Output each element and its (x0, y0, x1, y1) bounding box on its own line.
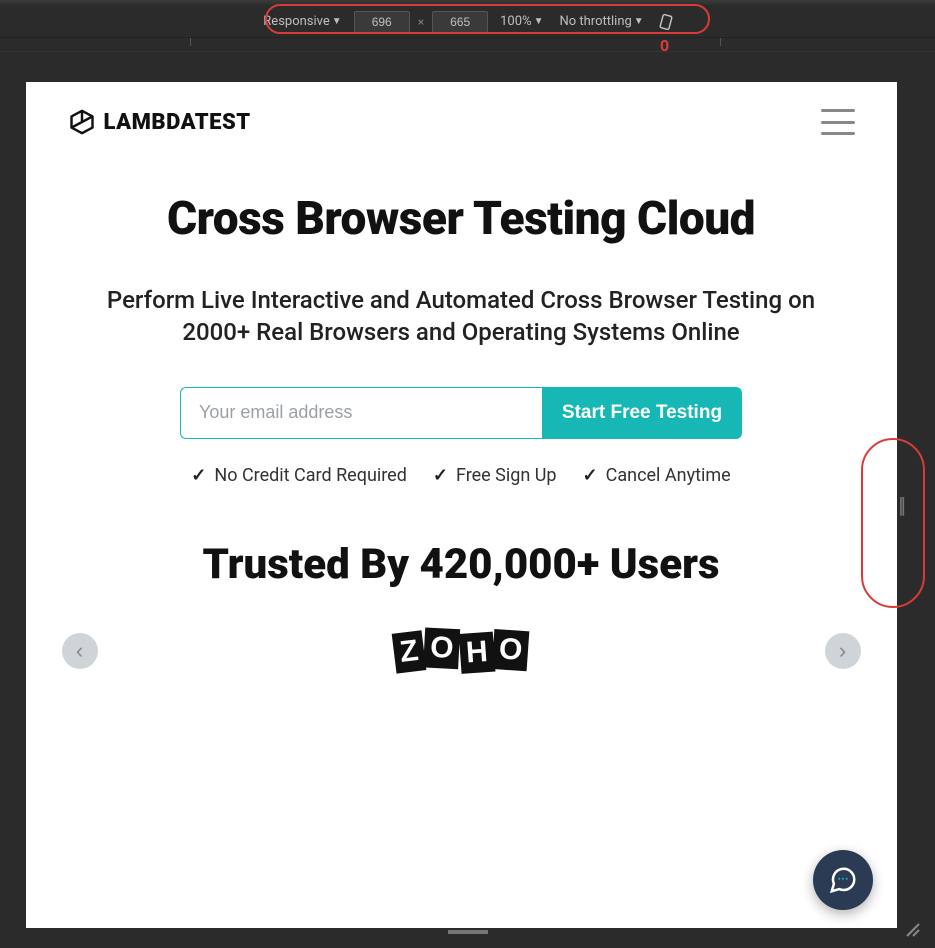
hero-subtitle: Perform Live Interactive and Automated C… (56, 284, 867, 349)
feature-item: ✓No Credit Card Required (191, 465, 407, 486)
cta-form: Start Free Testing (180, 387, 742, 439)
device-mode-label: Responsive (263, 14, 330, 29)
carousel-prev-button[interactable]: ‹ (62, 633, 98, 669)
lambdatest-logo-icon (68, 108, 96, 136)
viewport: LAMBDATEST Cross Browser Testing Cloud P… (26, 82, 897, 928)
check-icon: ✓ (433, 465, 448, 486)
dimension-separator: × (418, 15, 424, 29)
start-free-testing-button[interactable]: Start Free Testing (542, 387, 742, 439)
resize-handle-right[interactable]: || (898, 494, 903, 519)
logo-text: LAMBDATEST (104, 110, 251, 135)
rotate-button[interactable] (656, 12, 676, 32)
devtools-toolbar: Responsive ▼ × 100% ▼ No throttling ▼ (0, 6, 935, 38)
viewport-height-input[interactable] (432, 11, 488, 33)
hero-title: Cross Browser Testing Cloud (56, 192, 867, 246)
chevron-down-icon: ▼ (332, 16, 342, 27)
logo[interactable]: LAMBDATEST (68, 108, 251, 136)
device-mode-select[interactable]: Responsive ▼ (259, 12, 345, 31)
ruler (0, 38, 935, 52)
email-input[interactable] (180, 387, 542, 439)
trusted-title: Trusted By 420,000+ Users (26, 540, 897, 589)
chat-widget-button[interactable] (813, 850, 873, 910)
client-logo-zoho: ZOHO (393, 630, 528, 672)
zoom-label: 100% (500, 14, 531, 29)
hamburger-menu-button[interactable] (821, 109, 855, 135)
hero: Cross Browser Testing Cloud Perform Live… (26, 146, 897, 486)
throttling-label: No throttling (559, 14, 631, 29)
annotation-label: 0 (660, 36, 669, 55)
resize-handle-bottom[interactable] (448, 930, 488, 934)
chevron-down-icon: ▼ (634, 16, 644, 27)
check-icon: ✓ (583, 465, 598, 486)
resize-handle-corner[interactable] (905, 922, 921, 942)
site-header: LAMBDATEST (26, 82, 897, 146)
carousel-next-button[interactable]: › (825, 633, 861, 669)
feature-item: ✓Cancel Anytime (583, 465, 731, 486)
throttling-select[interactable]: No throttling ▼ (555, 12, 647, 31)
chevron-down-icon: ▼ (534, 16, 544, 27)
feature-list: ✓No Credit Card Required ✓Free Sign Up ✓… (56, 465, 867, 486)
zoom-select[interactable]: 100% ▼ (496, 12, 547, 31)
check-icon: ✓ (191, 465, 206, 486)
trusted-section: Trusted By 420,000+ Users ‹ ZOHO › (26, 540, 897, 671)
logo-carousel: ‹ ZOHO › (26, 631, 897, 671)
viewport-width-input[interactable] (354, 11, 410, 33)
feature-item: ✓Free Sign Up (433, 465, 557, 486)
